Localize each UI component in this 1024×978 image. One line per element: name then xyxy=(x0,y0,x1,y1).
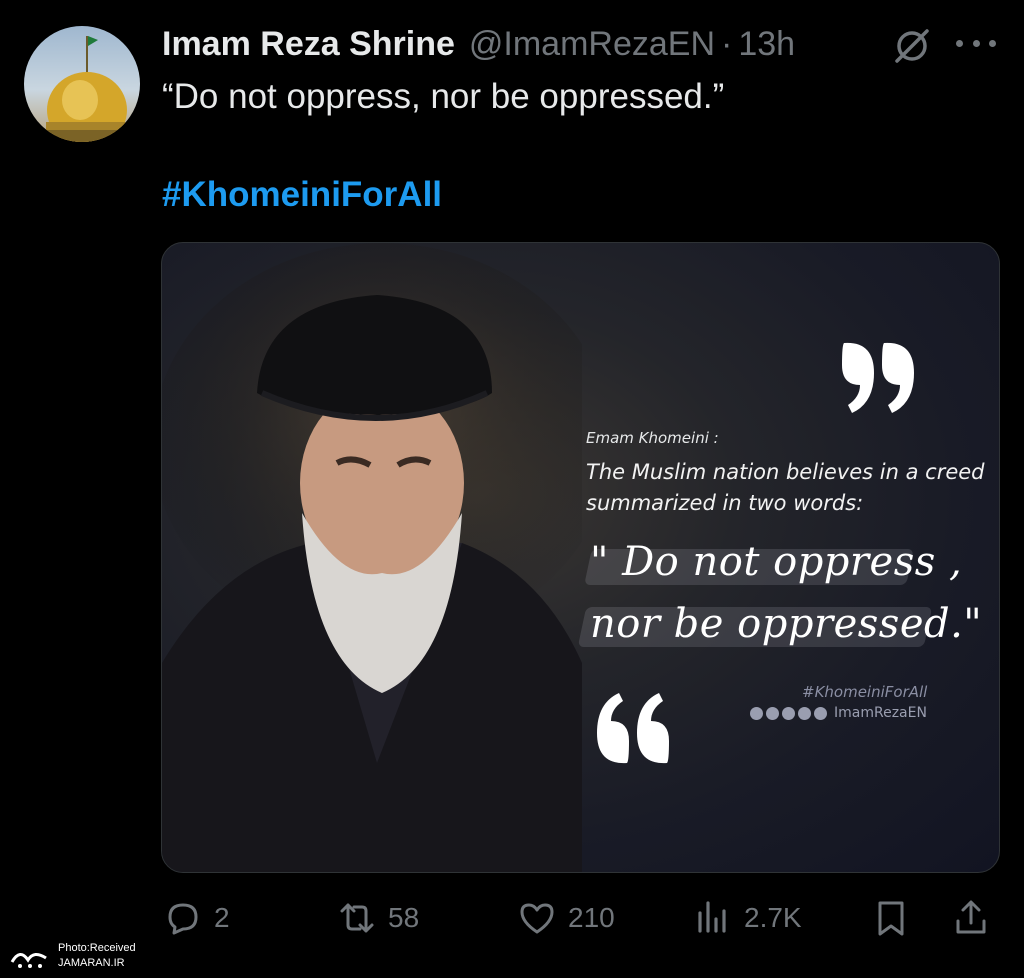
repost-button[interactable]: 58 xyxy=(336,892,419,944)
x-icon xyxy=(766,706,779,720)
display-name[interactable]: Imam Reza Shrine xyxy=(162,25,455,64)
hashtag-link[interactable]: #KhomeiniForAll xyxy=(162,174,442,216)
watermark: Photo:Received JAMARAN.IR xyxy=(0,934,152,978)
tweet-action-bar: 2 58 210 2.7K xyxy=(162,892,996,944)
image-hashtag: #KhomeiniForAll xyxy=(802,683,928,701)
instagram-icon xyxy=(798,706,811,720)
reply-icon xyxy=(168,903,198,935)
view-count: 2.7K xyxy=(744,902,802,933)
image-lead-text: The Muslim nation believes in a creed su… xyxy=(586,460,985,515)
portrait-illustration xyxy=(162,243,582,872)
bookmark-icon xyxy=(878,901,904,936)
image-attribution: Emam Khomeini : xyxy=(586,429,719,447)
repost-count: 58 xyxy=(388,902,420,933)
user-handle[interactable]: @ImamRezaEN xyxy=(469,25,715,64)
more-icon[interactable] xyxy=(956,36,996,50)
share-button[interactable] xyxy=(950,892,992,944)
quote-mark-icon xyxy=(597,693,669,764)
views-icon xyxy=(698,901,726,933)
heart-icon xyxy=(520,903,554,934)
views-button[interactable]: 2.7K xyxy=(692,892,802,944)
youtube-icon xyxy=(782,706,795,720)
image-quote-line-1: " Do not oppress , xyxy=(590,539,963,585)
tweet-text: “Do not oppress, nor be oppressed.” xyxy=(162,77,725,116)
like-button[interactable]: 210 xyxy=(516,892,615,944)
tweet-header: Imam Reza Shrine @ImamRezaEN · 13h xyxy=(162,22,1004,66)
telegram-icon xyxy=(814,706,827,720)
repost-icon xyxy=(340,903,374,933)
separator-dot: · xyxy=(721,24,733,63)
share-icon xyxy=(956,900,986,934)
grok-icon[interactable] xyxy=(892,26,932,66)
avatar[interactable] xyxy=(24,26,140,142)
image-quote-line-2: nor be oppressed." xyxy=(590,601,983,647)
bookmark-button[interactable] xyxy=(870,892,912,944)
watermark-text: Photo:Received JAMARAN.IR xyxy=(58,941,136,971)
image-social-row: ImamRezaEN xyxy=(750,705,927,721)
image-social-handle: ImamRezaEN xyxy=(834,705,927,721)
timestamp[interactable]: 13h xyxy=(738,25,795,64)
reply-count: 2 xyxy=(214,902,230,933)
jamaran-logo-icon xyxy=(10,953,47,968)
like-count: 210 xyxy=(568,902,615,933)
reply-button[interactable]: 2 xyxy=(162,892,230,944)
quote-mark-icon xyxy=(842,342,914,413)
facebook-icon xyxy=(750,706,763,720)
watermark-line-1: Photo:Received xyxy=(58,942,136,954)
tweet-image[interactable]: Emam Khomeini : The Muslim nation believ… xyxy=(161,242,1000,873)
watermark-line-2: JAMARAN.IR xyxy=(58,957,125,969)
shrine-dome-image xyxy=(46,36,128,142)
